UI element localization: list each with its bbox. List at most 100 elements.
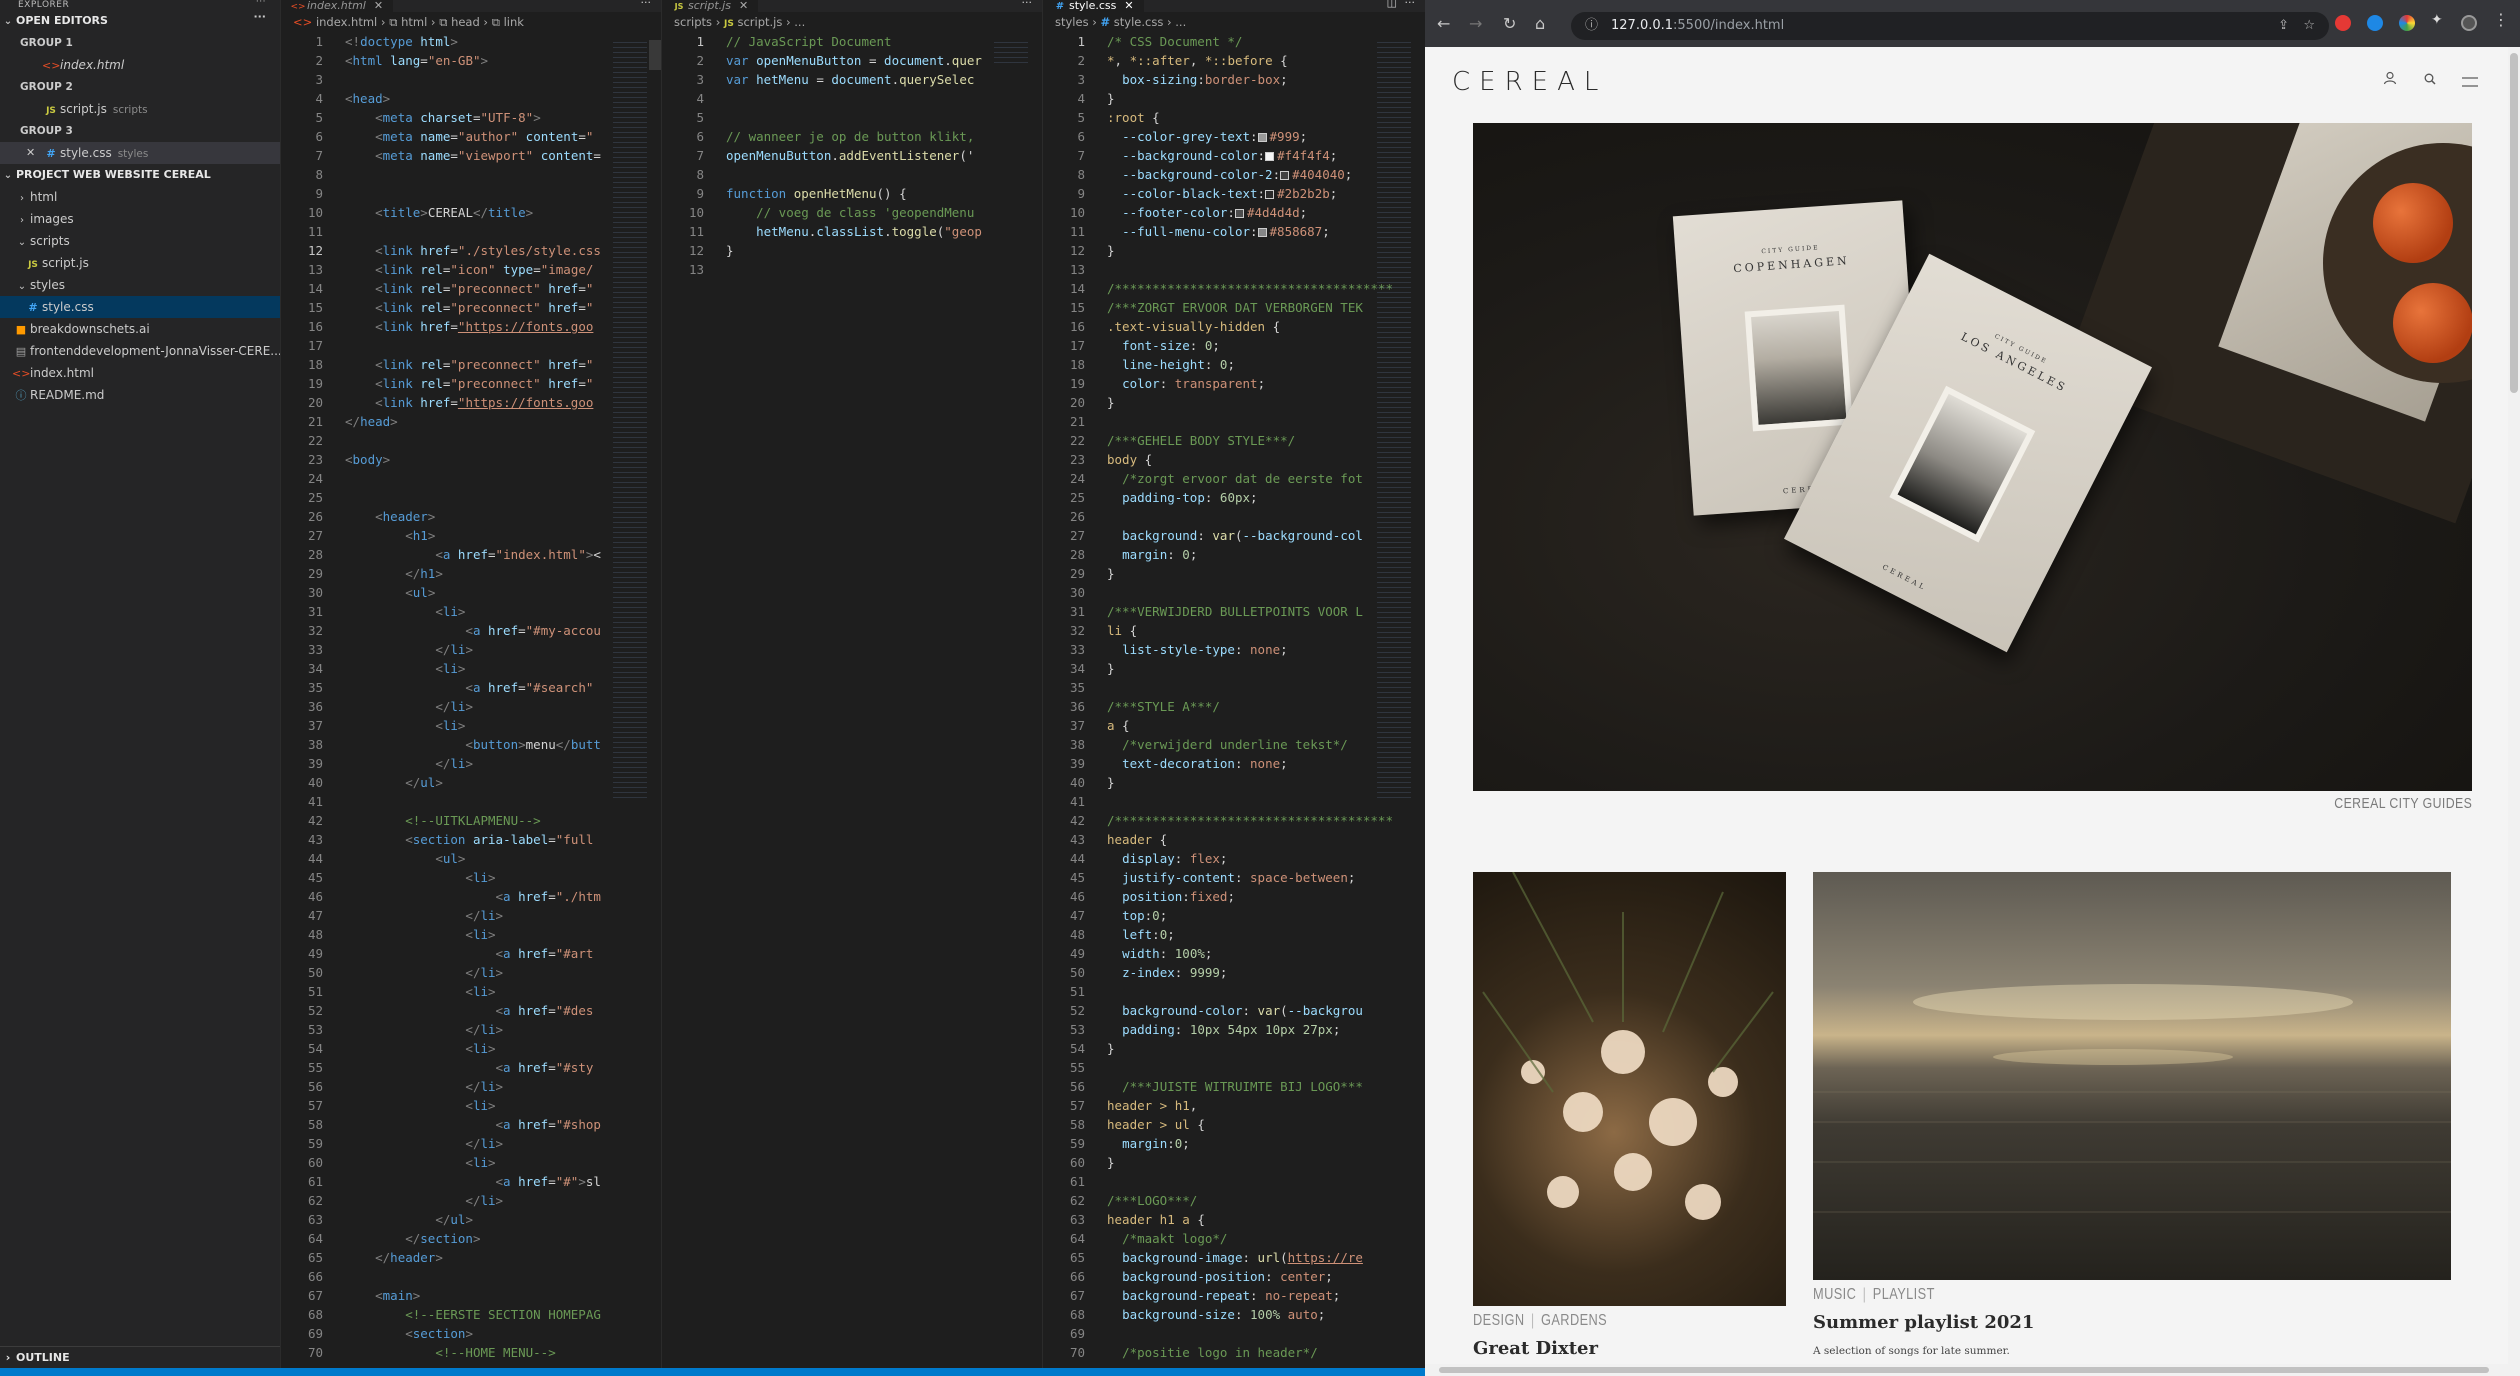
code-line[interactable]: 4 <head> xyxy=(281,89,661,108)
minimap[interactable] xyxy=(1377,40,1411,800)
forward-arrow-icon[interactable]: → xyxy=(1469,14,1482,33)
code-line[interactable]: 4} xyxy=(1043,89,1425,108)
code-line[interactable]: 55 xyxy=(1043,1058,1425,1077)
open-editors-section[interactable]: ⌄ OPEN EDITORS ··· xyxy=(0,10,280,32)
code-line[interactable]: 6 // wanneer je op de button klikt, xyxy=(662,127,1042,146)
code-line[interactable]: 41 xyxy=(281,792,661,811)
code-line[interactable]: 61 xyxy=(1043,1172,1425,1191)
scrollbar-thumb[interactable] xyxy=(2510,53,2518,393)
code-line[interactable]: 25 padding-top: 60px; xyxy=(1043,488,1425,507)
color-swatch[interactable] xyxy=(1234,209,1244,218)
code-line[interactable]: 65 background-image: url(https://re xyxy=(1043,1248,1425,1267)
code-line[interactable]: 63 header h1 a { xyxy=(1043,1210,1425,1229)
code-line[interactable]: 3 box-sizing:border-box; xyxy=(1043,70,1425,89)
code-line[interactable]: 21 xyxy=(1043,412,1425,431)
bookmark-star-icon[interactable]: ☆ xyxy=(2303,12,2315,40)
code-line[interactable]: 13 xyxy=(1043,260,1425,279)
code-line[interactable]: 5 xyxy=(662,108,1042,127)
breadcrumb-item[interactable]: head xyxy=(451,15,480,29)
code-line[interactable]: 8 xyxy=(281,165,661,184)
code-line[interactable]: 68 background-size: 100% auto; xyxy=(1043,1305,1425,1324)
code-line[interactable]: 11 --full-menu-color: #858687; xyxy=(1043,222,1425,241)
tree-folder-scripts[interactable]: ⌄ scripts xyxy=(0,230,280,252)
search-icon[interactable] xyxy=(2424,71,2436,89)
code-line[interactable]: 58 header > ul { xyxy=(1043,1115,1425,1134)
code-line[interactable]: 23 <body> xyxy=(281,450,661,469)
tree-folder-styles[interactable]: ⌄ styles xyxy=(0,274,280,296)
code-line[interactable]: 32 li { xyxy=(1043,621,1425,640)
code-line[interactable]: 9 xyxy=(281,184,661,203)
code-line[interactable]: 54 <li> xyxy=(281,1039,661,1058)
code-line[interactable]: 68 <!--EERSTE SECTION HOMEPAG xyxy=(281,1305,661,1324)
code-line[interactable]: 69 <section> xyxy=(281,1324,661,1343)
code-line[interactable]: 26 xyxy=(1043,507,1425,526)
code-line[interactable]: 1 /* CSS Document */ xyxy=(1043,32,1425,51)
code-line[interactable]: 46 position:fixed; xyxy=(1043,887,1425,906)
color-swatch[interactable] xyxy=(1265,152,1275,161)
code-line[interactable]: 56 /***JUISTE WITRUIMTE BIJ LOGO*** xyxy=(1043,1077,1425,1096)
code-line[interactable]: 63 </ul> xyxy=(281,1210,661,1229)
minimap[interactable] xyxy=(613,40,647,800)
open-editor-item[interactable]: JS script.js scripts xyxy=(0,98,280,120)
code-line[interactable]: 8 --background-color-2: #404040; xyxy=(1043,165,1425,184)
code-line[interactable]: 5 <meta charset="UTF-8"> xyxy=(281,108,661,127)
code-line[interactable]: 20} xyxy=(1043,393,1425,412)
breadcrumb-item[interactable]: ... xyxy=(794,15,805,29)
tab-script-js[interactable]: JS script.js ✕ xyxy=(662,0,759,12)
card-image-summer-playlist[interactable] xyxy=(1813,872,2451,1280)
code-line[interactable]: 48 left:0; xyxy=(1043,925,1425,944)
more-actions-icon[interactable]: ··· xyxy=(641,0,652,8)
breadcrumb-item[interactable]: style.css xyxy=(1114,15,1164,29)
close-icon[interactable]: ✕ xyxy=(26,142,35,164)
code-line[interactable]: 28 margin: 0; xyxy=(1043,545,1425,564)
breadcrumb-item[interactable]: scripts xyxy=(674,15,712,29)
code-line[interactable]: 45 <li> xyxy=(281,868,661,887)
code-line[interactable]: 3 xyxy=(281,70,661,89)
code-line[interactable]: 40 </ul> xyxy=(281,773,661,792)
tab-style-css[interactable]: # style.css ✕ xyxy=(1043,0,1144,12)
code-line[interactable]: 28 <a href="index.html">< xyxy=(281,545,661,564)
code-line[interactable]: 2 *, *::after, *::before { xyxy=(1043,51,1425,70)
code-line[interactable]: 65 </header> xyxy=(281,1248,661,1267)
code-line[interactable]: 7 --background-color: #f4f4f4; xyxy=(1043,146,1425,165)
code-line[interactable]: 53 padding: 10px 54px 10px 27px; xyxy=(1043,1020,1425,1039)
code-line[interactable]: 16 .text-visually-hidden { xyxy=(1043,317,1425,336)
reload-icon[interactable]: ↻ xyxy=(1503,14,1516,33)
more-actions-icon[interactable]: ··· xyxy=(256,0,266,7)
code-line[interactable]: 2 <html lang="en-GB"> xyxy=(281,51,661,70)
code-line[interactable]: 64 /*maakt logo*/ xyxy=(1043,1229,1425,1248)
code-line[interactable]: 40} xyxy=(1043,773,1425,792)
card-category[interactable]: MUSIC | PLAYLIST xyxy=(1813,1286,1935,1304)
code-line[interactable]: 51 <li> xyxy=(281,982,661,1001)
code-line[interactable]: 9 function openHetMenu() { xyxy=(662,184,1042,203)
code-line[interactable]: 49 <a href="#art xyxy=(281,944,661,963)
site-logo[interactable]: CEREAL xyxy=(1452,67,1607,97)
code-line[interactable]: 25 xyxy=(281,488,661,507)
code-line[interactable]: 66 xyxy=(281,1267,661,1286)
scrollbar-thumb[interactable] xyxy=(1439,1367,2489,1373)
home-icon[interactable]: ⌂ xyxy=(1535,14,1545,33)
code-line[interactable]: 49 width: 100%; xyxy=(1043,944,1425,963)
editor-group-3[interactable]: GROUP 3 xyxy=(0,120,280,142)
code-line[interactable]: 26 <header> xyxy=(281,507,661,526)
close-icon[interactable]: ✕ xyxy=(1124,0,1133,12)
code-line[interactable]: 44 display: flex; xyxy=(1043,849,1425,868)
open-editor-item-active[interactable]: ✕ # style.css styles xyxy=(0,142,280,164)
code-line[interactable]: 12} xyxy=(1043,241,1425,260)
breadcrumb-item[interactable]: index.html xyxy=(316,15,377,29)
close-icon[interactable]: ✕ xyxy=(374,0,383,12)
code-line[interactable]: 55 <a href="#sty xyxy=(281,1058,661,1077)
code-line[interactable]: 64 </section> xyxy=(281,1229,661,1248)
code-line[interactable]: 2 var openMenuButton = document.quer xyxy=(662,51,1042,70)
code-line[interactable]: 42 /************************************* xyxy=(1043,811,1425,830)
code-line[interactable]: 33 list-style-type: none; xyxy=(1043,640,1425,659)
code-line[interactable]: 5:root { xyxy=(1043,108,1425,127)
open-editor-item[interactable]: <>index.html xyxy=(0,54,280,76)
hero-image-city-guides[interactable]: CITY GUIDE COPENHAGEN CEREAL CITY GUIDE … xyxy=(1473,123,2472,791)
code-line[interactable]: 16 <link href="https://fonts.goo xyxy=(281,317,661,336)
code-line[interactable]: 18 <link rel="preconnect" href=" xyxy=(281,355,661,374)
code-line[interactable]: 1 <!doctype html> xyxy=(281,32,661,51)
code-line[interactable]: 45 justify-content: space-between; xyxy=(1043,868,1425,887)
code-line[interactable]: 42 <!--UITKLAPMENU--> xyxy=(281,811,661,830)
code-line[interactable]: 8 xyxy=(662,165,1042,184)
